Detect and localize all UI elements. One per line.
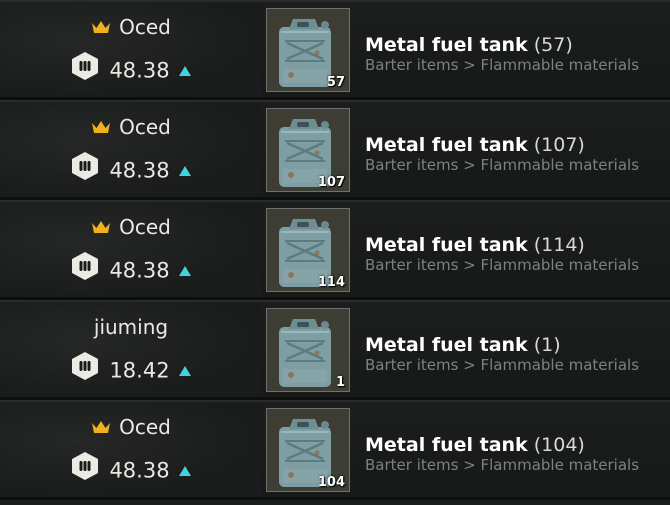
offer-row[interactable]: Oced 48.38 114 Metal fuel tank (114) Bar… bbox=[0, 200, 670, 300]
offer-price: 48.38 bbox=[109, 58, 170, 83]
crown-icon bbox=[91, 114, 111, 140]
seller-name[interactable]: Oced bbox=[119, 415, 171, 439]
price-up-arrow-icon bbox=[178, 155, 191, 183]
price-up-arrow-icon bbox=[178, 255, 191, 283]
currency-coin-icon bbox=[71, 251, 99, 288]
item-category-breadcrumb[interactable]: Barter items > Flammable materials bbox=[365, 56, 639, 74]
item-quantity: (57) bbox=[533, 34, 573, 56]
currency-coin-icon bbox=[71, 451, 99, 488]
seller-panel: jiuming 18.42 bbox=[0, 302, 262, 397]
item-title[interactable]: Metal fuel tank (1) bbox=[365, 333, 561, 357]
stack-count: 57 bbox=[326, 75, 345, 90]
item-icon-slot[interactable]: 1 bbox=[266, 308, 350, 392]
currency-coin-icon bbox=[71, 51, 99, 88]
stack-count: 1 bbox=[335, 375, 345, 390]
item-title[interactable]: Metal fuel tank (114) bbox=[365, 233, 585, 257]
currency-coin-icon bbox=[71, 351, 99, 388]
seller-panel: Oced 48.38 bbox=[0, 402, 262, 497]
item-quantity: (114) bbox=[533, 234, 585, 256]
seller-panel: Oced 48.38 bbox=[0, 2, 262, 97]
item-icon-slot[interactable]: 114 bbox=[266, 208, 350, 292]
item-category-breadcrumb[interactable]: Barter items > Flammable materials bbox=[365, 456, 639, 474]
seller-name[interactable]: jiuming bbox=[94, 315, 168, 339]
item-title[interactable]: Metal fuel tank (107) bbox=[365, 133, 585, 157]
seller-panel: Oced 48.38 bbox=[0, 202, 262, 297]
item-name: Metal fuel tank bbox=[365, 434, 528, 456]
stack-count: 107 bbox=[317, 175, 345, 190]
item-quantity: (107) bbox=[533, 134, 585, 156]
item-category-breadcrumb[interactable]: Barter items > Flammable materials bbox=[365, 356, 639, 374]
offer-row[interactable]: Oced 48.38 107 Metal fuel tank (107) Bar… bbox=[0, 100, 670, 200]
offer-price: 18.42 bbox=[109, 358, 170, 383]
stack-count: 114 bbox=[317, 275, 345, 290]
crown-icon bbox=[91, 414, 111, 440]
item-category-breadcrumb[interactable]: Barter items > Flammable materials bbox=[365, 256, 639, 274]
item-category-breadcrumb[interactable]: Barter items > Flammable materials bbox=[365, 156, 639, 174]
crown-icon bbox=[91, 14, 111, 40]
item-title[interactable]: Metal fuel tank (57) bbox=[365, 33, 573, 57]
offer-row[interactable]: Oced 48.38 104 Metal fuel tank (104) Bar… bbox=[0, 400, 670, 500]
price-up-arrow-icon bbox=[178, 455, 191, 483]
item-icon-slot[interactable]: 104 bbox=[266, 408, 350, 492]
offer-row[interactable]: jiuming 18.42 1 Metal fuel tank (1) Bart… bbox=[0, 300, 670, 400]
seller-name[interactable]: Oced bbox=[119, 15, 171, 39]
price-up-arrow-icon bbox=[178, 55, 191, 83]
currency-coin-icon bbox=[71, 151, 99, 188]
offer-row[interactable]: Oced 48.38 57 Metal fuel tank (57) Barte… bbox=[0, 0, 670, 100]
seller-panel: Oced 48.38 bbox=[0, 102, 262, 197]
offer-price: 48.38 bbox=[109, 458, 170, 483]
seller-name[interactable]: Oced bbox=[119, 115, 171, 139]
item-icon-slot[interactable]: 107 bbox=[266, 108, 350, 192]
item-title[interactable]: Metal fuel tank (104) bbox=[365, 433, 585, 457]
crown-icon bbox=[91, 214, 111, 240]
item-quantity: (1) bbox=[533, 334, 561, 356]
seller-name[interactable]: Oced bbox=[119, 215, 171, 239]
offer-price: 48.38 bbox=[109, 258, 170, 283]
item-icon-slot[interactable]: 57 bbox=[266, 8, 350, 92]
item-name: Metal fuel tank bbox=[365, 134, 528, 156]
stack-count: 104 bbox=[317, 475, 345, 490]
item-name: Metal fuel tank bbox=[365, 334, 528, 356]
price-up-arrow-icon bbox=[178, 355, 191, 383]
item-name: Metal fuel tank bbox=[365, 34, 528, 56]
item-quantity: (104) bbox=[533, 434, 585, 456]
offer-price: 48.38 bbox=[109, 158, 170, 183]
item-name: Metal fuel tank bbox=[365, 234, 528, 256]
